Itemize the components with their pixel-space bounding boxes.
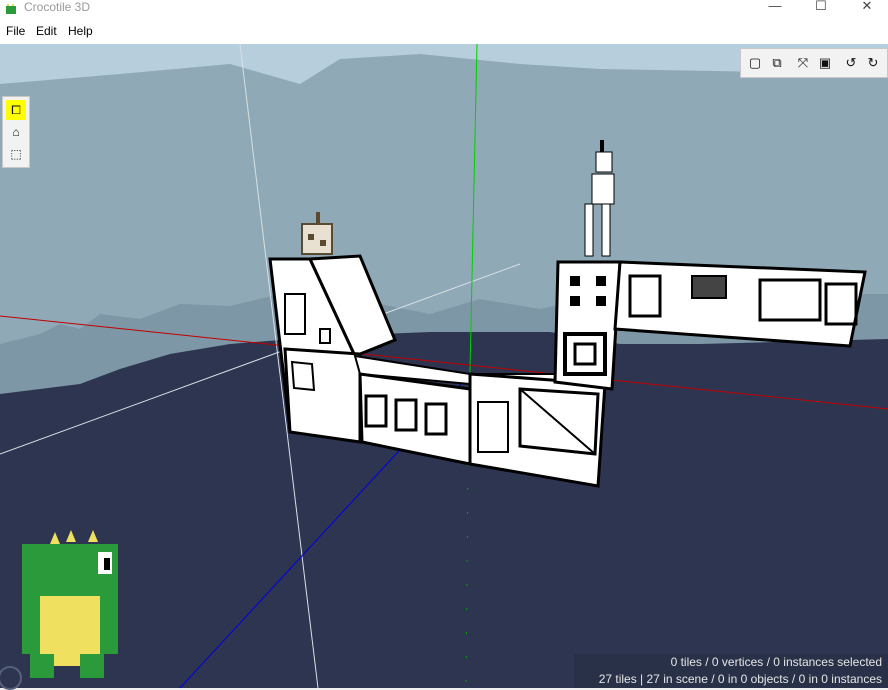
crocodile-mascot[interactable]	[22, 530, 118, 678]
view-toolbar: ▢ ⧉ ⤧ ▣ ↺ ↻	[740, 48, 888, 78]
crocodile-app-icon	[6, 4, 16, 14]
maximize-button[interactable]: ☐	[798, 0, 844, 18]
cube-icon[interactable]: ⬚	[6, 144, 26, 164]
scene-status: 27 tiles | 27 in scene / 0 in 0 objects …	[574, 671, 888, 688]
axis-gizmo-icon[interactable]: ⤧	[793, 53, 813, 73]
view-box-icon[interactable]: ⧉	[767, 53, 787, 73]
menu-bar: File Edit Help	[0, 18, 888, 45]
menu-file[interactable]: File	[6, 24, 25, 38]
tool-palette: ⧠ ⌂ ⬚	[2, 96, 30, 168]
selection-status: 0 tiles / 0 vertices / 0 instances selec…	[574, 654, 888, 671]
window-title: Crocotile 3D	[24, 0, 91, 14]
close-button[interactable]: ✕	[844, 0, 888, 18]
fill-square-icon[interactable]: ▣	[815, 53, 835, 73]
menu-help[interactable]: Help	[68, 24, 93, 38]
3d-viewport[interactable]	[0, 44, 888, 688]
edit-face-icon[interactable]: ⌂	[6, 122, 26, 142]
view-flat-icon[interactable]: ▢	[745, 53, 765, 73]
rotate-right-icon[interactable]: ↻	[863, 53, 883, 73]
rotate-left-icon[interactable]: ↺	[841, 53, 861, 73]
title-bar: Crocotile 3D — ☐ ✕	[0, 0, 888, 18]
draw-tile-icon[interactable]: ⧠	[6, 100, 26, 120]
scene-canvas[interactable]	[0, 44, 888, 688]
minimize-button[interactable]: —	[752, 0, 798, 18]
menu-edit[interactable]: Edit	[36, 24, 57, 38]
